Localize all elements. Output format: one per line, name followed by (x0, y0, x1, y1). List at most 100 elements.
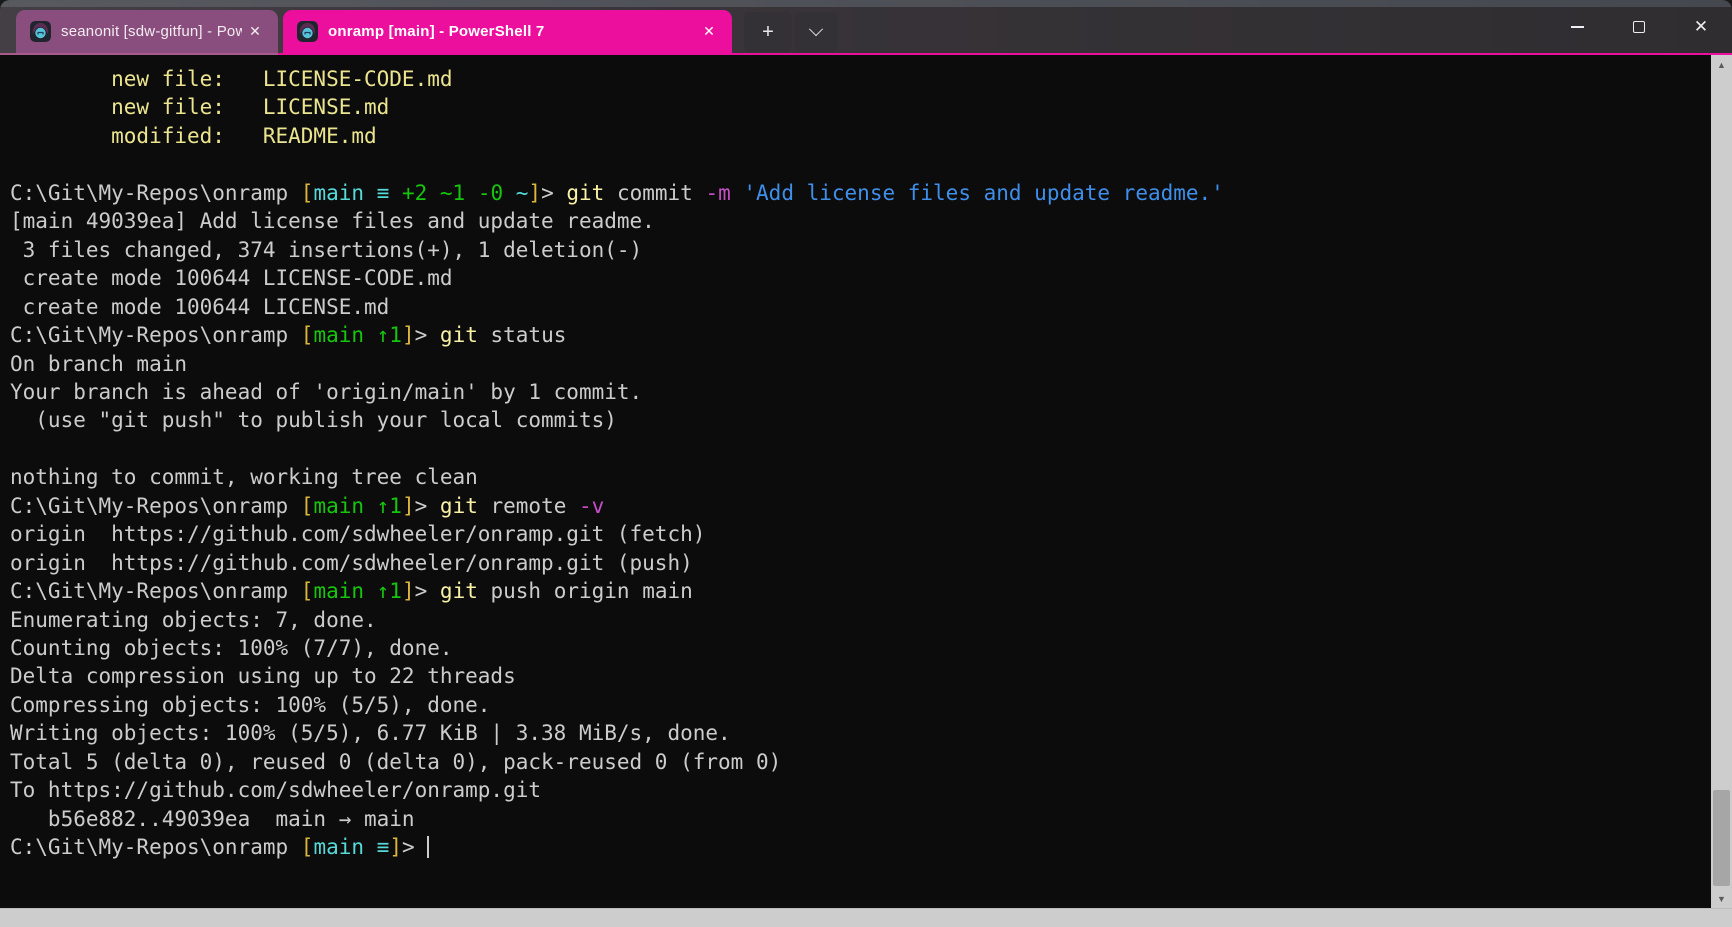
terminal-text-segment: ] (402, 494, 415, 518)
terminal-text-segment: Enumerating objects: 7, done. (10, 608, 377, 632)
terminal-text-segment: Total 5 (delta 0), reused 0 (delta 0), p… (10, 750, 781, 774)
terminal-text-segment: remote (478, 494, 579, 518)
terminal-line: create mode 100644 LICENSE.md (10, 293, 1711, 321)
terminal-line: C:\Git\My-Repos\onramp [main ↑1]> git pu… (10, 577, 1711, 605)
terminal-text-segment: Writing objects: 100% (5/5), 6.77 KiB | … (10, 721, 731, 745)
horizontal-scrollbar[interactable] (0, 908, 1732, 927)
terminal-text-segment: [ (301, 835, 314, 859)
terminal-text-segment: main ≡ (313, 835, 389, 859)
terminal-text-segment: (use "git push" to publish your local co… (10, 408, 617, 432)
tab-title: onramp [main] - PowerShell 7 (328, 23, 696, 40)
terminal-line: 3 files changed, 374 insertions(+), 1 de… (10, 236, 1711, 264)
profile-avatar-icon (30, 21, 51, 42)
maximize-button[interactable] (1608, 0, 1670, 53)
terminal-line: C:\Git\My-Repos\onramp [main ≡]> (10, 833, 1711, 861)
minimize-button[interactable] (1546, 0, 1608, 53)
terminal-text-segment: main ≡ (313, 181, 389, 205)
terminal-text-segment: main ↑1 (313, 579, 402, 603)
terminal-text-segment: +2 ~1 -0 (389, 181, 503, 205)
maximize-icon (1633, 21, 1645, 33)
close-window-button[interactable]: ✕ (1670, 0, 1732, 53)
terminal-line: b56e882..49039ea main → main (10, 805, 1711, 833)
terminal-line: C:\Git\My-Repos\onramp [main ≡ +2 ~1 -0 … (10, 179, 1711, 207)
tab-onramp[interactable]: onramp [main] - PowerShell 7 ✕ (283, 10, 732, 53)
terminal-text-segment: ] (402, 323, 415, 347)
terminal-line (10, 150, 1711, 178)
terminal-line: new file: LICENSE-CODE.md (10, 65, 1711, 93)
terminal-text-segment: Your branch is ahead of 'origin/main' by… (10, 380, 642, 404)
terminal-text-segment: Delta compression using up to 22 threads (10, 664, 516, 688)
terminal-line: To https://github.com/sdwheeler/onramp.g… (10, 776, 1711, 804)
terminal-text-segment: C:\Git\My-Repos\onramp (10, 323, 301, 347)
terminal-line: new file: LICENSE.md (10, 93, 1711, 121)
plus-icon: + (762, 21, 774, 44)
close-tab-icon[interactable]: ✕ (242, 19, 268, 45)
terminal-window: seanonit [sdw-gitfun] - PowerShell 7 ✕ o… (0, 0, 1732, 927)
profile-avatar-icon (297, 21, 318, 42)
terminal-output[interactable]: new file: LICENSE-CODE.md new file: LICE… (0, 55, 1711, 908)
terminal-text-segment: status (478, 323, 567, 347)
terminal-text-segment: git (440, 494, 478, 518)
terminal-text-segment: > (541, 181, 566, 205)
terminal-text-segment: > (415, 323, 440, 347)
terminal-text-segment: [main 49039ea] Add license files and upd… (10, 209, 655, 233)
window-controls: ✕ (1546, 0, 1732, 53)
terminal-text-segment: commit (604, 181, 705, 205)
terminal-text-segment: b56e882..49039ea main → main (10, 807, 415, 831)
terminal-text-segment: git (440, 323, 478, 347)
title-bar: seanonit [sdw-gitfun] - PowerShell 7 ✕ o… (0, 0, 1732, 53)
terminal-text-segment: 'Add license files and update readme.' (731, 181, 1224, 205)
terminal-text-segment: On branch main (10, 352, 187, 376)
terminal-text-segment: > (415, 579, 440, 603)
scroll-down-icon[interactable]: ▼ (1711, 889, 1732, 908)
terminal-text-segment: git (566, 181, 604, 205)
terminal-text-segment: -v (579, 494, 604, 518)
scrollbar-thumb[interactable] (1713, 790, 1730, 886)
terminal-line: Enumerating objects: 7, done. (10, 606, 1711, 634)
terminal-line: Counting objects: 100% (7/7), done. (10, 634, 1711, 662)
close-tab-icon[interactable]: ✕ (696, 19, 722, 45)
terminal-text-segment: push origin main (478, 579, 693, 603)
terminal-line: Delta compression using up to 22 threads (10, 662, 1711, 690)
new-tab-button[interactable]: + (744, 12, 792, 52)
terminal-text-segment: create mode 100644 LICENSE.md (10, 295, 389, 319)
terminal-text-segment: git (440, 579, 478, 603)
terminal-text-segment: > (415, 494, 440, 518)
terminal-text-segment: ~ (503, 181, 528, 205)
terminal-text-segment: [ (301, 181, 314, 205)
terminal-line: Compressing objects: 100% (5/5), done. (10, 691, 1711, 719)
vertical-scrollbar[interactable]: ▲ ▼ (1711, 55, 1732, 908)
terminal-text-segment: main ↑1 (313, 494, 402, 518)
terminal-text-segment: origin https://github.com/sdwheeler/onra… (10, 522, 705, 546)
terminal-line: origin https://github.com/sdwheeler/onra… (10, 520, 1711, 548)
terminal-text-segment: new file: LICENSE-CODE.md (10, 67, 453, 91)
terminal-text-segment: C:\Git\My-Repos\onramp (10, 835, 301, 859)
terminal-text-segment: 3 files changed, 374 insertions(+), 1 de… (10, 238, 642, 262)
terminal-text-segment: Counting objects: 100% (7/7), done. (10, 636, 453, 660)
terminal-line: C:\Git\My-Repos\onramp [main ↑1]> git re… (10, 492, 1711, 520)
terminal-text-segment: -m (705, 181, 730, 205)
terminal-text-segment: ] (402, 579, 415, 603)
tab-title: seanonit [sdw-gitfun] - PowerShell 7 (61, 23, 242, 40)
terminal-text-segment: origin https://github.com/sdwheeler/onra… (10, 551, 693, 575)
terminal-text-segment: ] (528, 181, 541, 205)
terminal-text-segment: [ (301, 323, 314, 347)
terminal-line: C:\Git\My-Repos\onramp [main ↑1]> git st… (10, 321, 1711, 349)
chevron-down-icon (809, 22, 823, 36)
terminal-line: On branch main (10, 350, 1711, 378)
terminal-line: (use "git push" to publish your local co… (10, 406, 1711, 434)
terminal-line: Total 5 (delta 0), reused 0 (delta 0), p… (10, 748, 1711, 776)
terminal-text-segment: > (402, 835, 427, 859)
tab-dropdown-button[interactable] (794, 12, 838, 52)
terminal-text-segment: [ (301, 579, 314, 603)
text-cursor (427, 836, 429, 858)
terminal-line: origin https://github.com/sdwheeler/onra… (10, 549, 1711, 577)
terminal-line: nothing to commit, working tree clean (10, 463, 1711, 491)
tab-seanonit[interactable]: seanonit [sdw-gitfun] - PowerShell 7 ✕ (16, 10, 278, 53)
terminal-line: Your branch is ahead of 'origin/main' by… (10, 378, 1711, 406)
terminal-text-segment: modified: README.md (10, 124, 377, 148)
terminal-line: create mode 100644 LICENSE-CODE.md (10, 264, 1711, 292)
scroll-up-icon[interactable]: ▲ (1711, 55, 1732, 74)
terminal-text-segment: To https://github.com/sdwheeler/onramp.g… (10, 778, 541, 802)
terminal-text-segment: ] (389, 835, 402, 859)
